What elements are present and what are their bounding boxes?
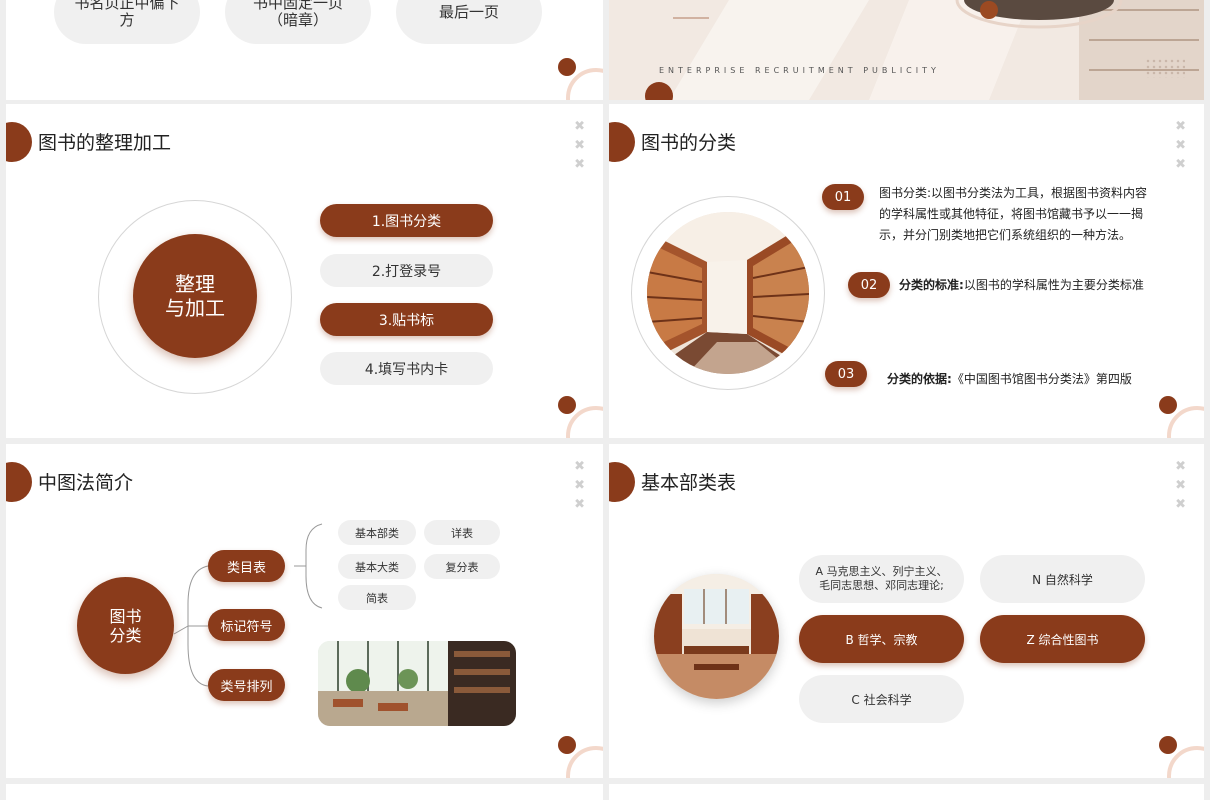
branch-pill: 标记符号 xyxy=(208,609,285,641)
dot-grid-decoration xyxy=(1145,58,1185,78)
x-mark-decoration: ✖ ✖ ✖ xyxy=(1175,459,1186,512)
corner-dot xyxy=(1159,396,1177,414)
sub-item-pill: 详表 xyxy=(424,520,500,545)
title-tab xyxy=(609,122,635,162)
category-cell: N 自然科学 xyxy=(980,555,1145,603)
branch-pill: 类目表 xyxy=(208,550,285,582)
reading-room-photo xyxy=(318,641,516,726)
step-pill: 3.贴书标 xyxy=(320,303,493,336)
center-circle: 整理 与加工 xyxy=(133,234,257,358)
x-mark-decoration: ✖ ✖ ✖ xyxy=(1175,119,1186,172)
item-bold-label: 分类的标准: xyxy=(899,278,964,292)
stamp-position-pill: 书名页正中偏下 方 xyxy=(54,0,200,44)
category-cell: A 马克思主义、列宁主义、 毛同志思想、邓同志理论; xyxy=(799,555,964,603)
slide-book-classification: 图书的分类 ✖ ✖ ✖ 01 图书分类:以图书分类法为工具，根据图书资料内容的学科属… xyxy=(609,104,1204,438)
item-number-badge: 02 xyxy=(848,272,890,298)
item-text: 《中国图书馆图书分类法》第四版 xyxy=(951,372,1132,386)
corner-dot xyxy=(558,58,576,76)
step-pill: 4.填写书内卡 xyxy=(320,352,493,385)
center-label: 图书 分类 xyxy=(109,606,142,645)
branch-pill: 类号排列 xyxy=(208,669,285,701)
slide-clc-intro: 中图法简介 ✖ ✖ ✖ 图书 分类 类目表 标记符号 类号排列 基本部类 详表 基本… xyxy=(6,444,603,778)
corner-dot xyxy=(558,396,576,414)
item-text: 图书分类:以图书分类法为工具，根据图书资料内容的学科属性或其他特征，将图书馆藏书… xyxy=(879,186,1148,242)
center-label: 整理 与加工 xyxy=(165,272,225,320)
category-cell: Z 综合性图书 xyxy=(980,615,1145,663)
classification-definition: 图书分类:以图书分类法为工具，根据图书资料内容的学科属性或其他特征，将图书馆藏书… xyxy=(879,183,1149,246)
title-tab xyxy=(609,462,635,502)
item-number-badge: 03 xyxy=(825,361,867,387)
slide-title: 图书的整理加工 xyxy=(38,132,172,154)
library-hall-photo xyxy=(654,574,779,699)
corner-dot xyxy=(558,736,576,754)
item-text: 以图书的学科属性为主要分类标准 xyxy=(963,278,1144,292)
sub-item-pill: 复分表 xyxy=(424,554,500,579)
item-number-badge: 01 xyxy=(822,184,864,210)
step-pill: 1.图书分类 xyxy=(320,204,493,237)
item-bold-label: 分类的依据: xyxy=(887,372,952,386)
sub-item-pill: 基本部类 xyxy=(338,520,416,545)
slide-book-processing: 图书的整理加工 ✖ ✖ ✖ 整理 与加工 1.图书分类 2.打登录号 3.贴书标 4… xyxy=(6,104,603,438)
step-pill: 2.打登录号 xyxy=(320,254,493,287)
slide-cover-photo: ENTERPRISE RECRUITMENT PUBLICITY xyxy=(609,0,1204,100)
classification-standard: 分类的标准:以图书的学科属性为主要分类标准 xyxy=(899,275,1189,296)
cover-caption: ENTERPRISE RECRUITMENT PUBLICITY xyxy=(659,66,940,75)
center-circle: 图书 分类 xyxy=(77,577,174,674)
slide-stamp-positions: 书名页正中偏下 方 书中固定一页 （暗章） 最后一页 xyxy=(6,0,603,100)
slide-next-left xyxy=(6,784,603,800)
title-tab xyxy=(6,122,32,162)
sub-item-pill: 简表 xyxy=(338,585,416,610)
corner-dot xyxy=(1159,736,1177,754)
x-mark-decoration: ✖ ✖ ✖ xyxy=(574,119,585,172)
slide-next-right xyxy=(609,784,1204,800)
stamp-position-pill: 书中固定一页 （暗章） xyxy=(225,0,371,44)
slide-basic-categories: 基本部类表 ✖ ✖ ✖ A 马克思主义、列宁主义、 毛同志思想、邓同志理论; N 自… xyxy=(609,444,1204,778)
category-cell: C 社会科学 xyxy=(799,675,964,723)
library-window-photo xyxy=(609,0,1204,100)
category-cell: B 哲学、宗教 xyxy=(799,615,964,663)
slide-title: 图书的分类 xyxy=(641,132,737,154)
sub-item-pill: 基本大类 xyxy=(338,554,416,579)
library-shelves-photo xyxy=(647,212,809,374)
stamp-position-pill: 最后一页 xyxy=(396,0,542,44)
slide-title: 基本部类表 xyxy=(641,472,737,494)
classification-basis: 分类的依据:《中国图书馆图书分类法》第四版 xyxy=(887,369,1187,390)
